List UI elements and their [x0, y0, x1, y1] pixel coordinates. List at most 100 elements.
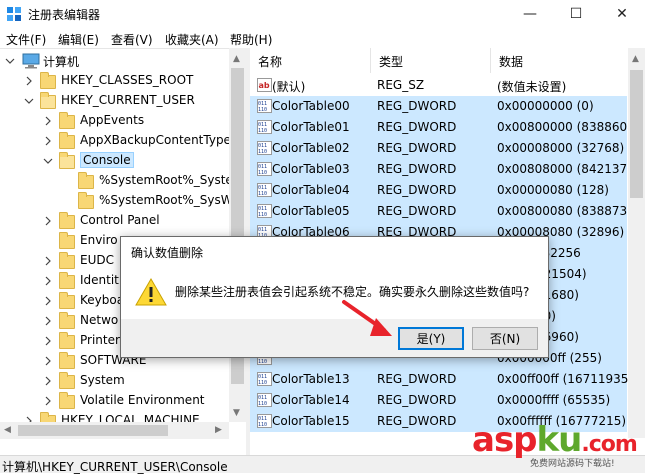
tree-item[interactable]: Control Panel — [0, 211, 229, 231]
tree-label: Keyboa — [80, 293, 125, 307]
value-row[interactable]: 011 110 ColorTable04 REG_DWORD 0x00000080 (1… — [250, 180, 627, 201]
tree-item[interactable]: System — [0, 371, 229, 391]
chevron-right-icon[interactable] — [43, 356, 53, 366]
scroll-left-icon[interactable]: ◀ — [4, 425, 11, 435]
scroll-thumb[interactable] — [18, 425, 168, 436]
cell-name: ColorTable05 — [272, 204, 350, 218]
list-vertical-scrollbar[interactable]: ▲ — [628, 48, 645, 438]
menu-edit[interactable]: 编辑(E) — [58, 31, 99, 48]
tree-label: AppXBackupContentType — [80, 133, 231, 147]
title-bar: 注册表编辑器 — ☐ ✕ — [0, 0, 645, 28]
chevron-right-icon[interactable] — [43, 136, 53, 146]
dialog-body: 删除某些注册表值会引起系统不稳定。确实要永久删除这些数值吗? — [121, 263, 548, 321]
binary-value-icon: 011110 — [257, 372, 272, 386]
menu-file[interactable]: 文件(F) — [6, 31, 46, 48]
folder-icon — [40, 72, 56, 89]
chevron-right-icon[interactable] — [43, 296, 53, 306]
chevron-right-icon[interactable] — [43, 256, 53, 266]
value-row[interactable]: 011 110 ColorTable05 REG_DWORD 0x00800080 (8… — [250, 201, 639, 222]
tree-vertical-scrollbar[interactable]: ▲ ▼ — [229, 48, 246, 422]
folder-icon — [59, 312, 75, 329]
value-row[interactable]: 011 110 ColorTable01 REG_DWORD 0x00800000 (8… — [250, 117, 639, 138]
tree-label: System — [80, 373, 125, 387]
cell-type: REG_DWORD — [377, 141, 457, 155]
tree-item[interactable]: HKEY_CLASSES_ROOT — [0, 71, 229, 91]
chevron-right-icon[interactable] — [43, 376, 53, 386]
scroll-right-icon[interactable]: ▶ — [215, 425, 222, 435]
value-row[interactable]: 011 110 ColorTable14 REG_DWORD 0x0000ffff (6… — [250, 390, 627, 411]
tree-item[interactable]: %SystemRoot%_SysW — [0, 191, 233, 211]
warning-icon — [135, 277, 167, 306]
no-button[interactable]: 否(N) — [472, 327, 538, 350]
string-value-icon: ab — [257, 78, 272, 92]
column-header-data[interactable]: 数据 — [491, 48, 627, 73]
folder-icon — [59, 112, 75, 129]
cell-type: REG_DWORD — [377, 99, 457, 113]
binary-value-icon: 011110 — [257, 162, 272, 176]
chevron-right-icon[interactable] — [43, 336, 53, 346]
chevron-right-icon[interactable] — [43, 276, 53, 286]
tree-horizontal-scrollbar[interactable]: ◀ ▶ — [0, 422, 229, 439]
value-row[interactable]: 011 110 ColorTable03 REG_DWORD 0x00808000 (8… — [250, 159, 639, 180]
yes-button[interactable]: 是(Y) — [398, 327, 464, 350]
tree-item[interactable]: HKEY_CURRENT_USER — [0, 91, 229, 111]
folder-icon — [59, 332, 75, 349]
maximize-button[interactable]: ☐ — [553, 0, 599, 28]
tree-item[interactable]: AppXBackupContentType — [0, 131, 231, 151]
cell-name: (默认) — [272, 80, 306, 94]
value-row[interactable]: 011 110 ColorTable02 REG_DWORD 0x00008000 (3… — [250, 138, 627, 159]
chevron-right-icon[interactable] — [43, 396, 53, 406]
folder-icon — [59, 292, 75, 309]
scroll-down-icon[interactable]: ▼ — [233, 408, 240, 418]
tree-item[interactable]: Volatile Environment — [0, 391, 229, 411]
column-header-name[interactable]: 名称 — [250, 48, 371, 73]
cell-type: REG_SZ — [377, 78, 425, 92]
cell-type: REG_DWORD — [377, 183, 457, 197]
column-header-type[interactable]: 类型 — [371, 48, 491, 73]
tree-item-computer[interactable]: 计算机 — [0, 51, 229, 71]
chevron-right-icon[interactable] — [24, 76, 34, 86]
binary-value-icon: 011110 — [257, 183, 272, 197]
chevron-right-icon[interactable] — [43, 116, 53, 126]
svg-text:110: 110 — [258, 107, 267, 113]
folder-icon — [59, 392, 75, 409]
scroll-up-icon[interactable]: ▲ — [233, 54, 240, 64]
watermark-logo: aspku.com — [472, 420, 638, 460]
cell-data: 0x00800080 (8388736) — [497, 204, 640, 218]
cell-type: REG_DWORD — [377, 162, 457, 176]
menu-favorites[interactable]: 收藏夹(A) — [165, 31, 219, 48]
cell-data: 0x00000000 (0) — [497, 99, 594, 113]
computer-icon — [22, 53, 40, 69]
chevron-down-icon[interactable] — [5, 56, 15, 66]
folder-icon — [59, 232, 75, 249]
minimize-button[interactable]: — — [507, 0, 553, 28]
watermark-subtitle: 免费网站源码下载站! — [530, 459, 615, 469]
tree-label: 计算机 — [43, 55, 80, 69]
tree-item[interactable]: AppEvents — [0, 111, 229, 131]
tree-label: Volatile Environment — [80, 393, 205, 407]
chevron-down-icon[interactable] — [24, 96, 34, 106]
folder-icon — [59, 352, 75, 369]
window-title: 注册表编辑器 — [28, 8, 101, 22]
tree-label: %SystemRoot%_Syste — [99, 173, 233, 187]
tree-item[interactable]: %SystemRoot%_Syste — [0, 171, 233, 191]
scroll-thumb[interactable] — [630, 70, 643, 198]
chevron-right-icon[interactable] — [43, 216, 53, 226]
menu-view[interactable]: 查看(V) — [111, 31, 153, 48]
value-row[interactable]: ab (默认) REG_SZ (数值未设置) — [250, 75, 627, 96]
value-row[interactable]: 011 110 ColorTable13 REG_DWORD 0x00ff00ff (1… — [250, 369, 633, 390]
site-watermark: aspku.com 免费网站源码下载站! — [472, 420, 642, 470]
chevron-down-icon[interactable] — [43, 156, 53, 166]
cell-data: (数值未设置) — [497, 80, 567, 94]
value-row[interactable]: 011 110 ColorTable00 REG_DWORD 0x00000000 (0… — [250, 96, 627, 117]
tree-item[interactable]: Console — [0, 151, 229, 171]
svg-text:110: 110 — [258, 149, 267, 155]
scroll-up-icon[interactable]: ▲ — [632, 54, 639, 64]
tree-label: AppEvents — [80, 113, 145, 127]
chevron-right-icon[interactable] — [43, 316, 53, 326]
binary-value-icon: 011110 — [257, 141, 272, 155]
menu-help[interactable]: 帮助(H) — [230, 31, 272, 48]
close-button[interactable]: ✕ — [599, 0, 645, 28]
svg-text:110: 110 — [258, 191, 267, 197]
folder-icon — [59, 152, 75, 169]
